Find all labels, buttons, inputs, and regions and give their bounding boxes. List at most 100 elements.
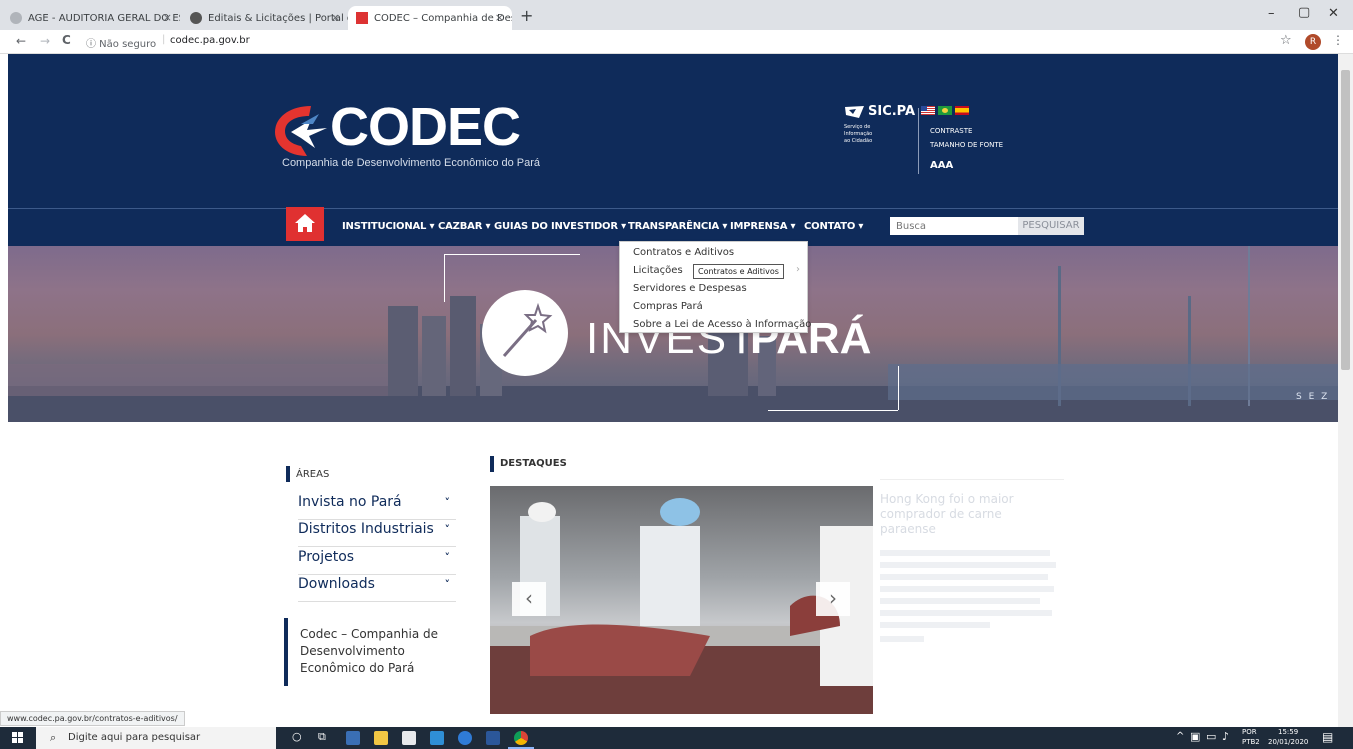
nav-transparencia[interactable]: TRANSPARÊNCIA ▾ — [628, 221, 727, 232]
dropdown-servidores-e-despesas[interactable]: Servidores e Despesas — [633, 283, 747, 294]
logo-wordmark[interactable]: CODEC — [330, 96, 521, 158]
maximize-button[interactable]: ▢ — [1298, 5, 1310, 20]
contrast-link[interactable]: CONTRASTE — [930, 127, 972, 135]
carousel-image: ‹ › — [490, 486, 873, 714]
cortana-icon[interactable]: ○ — [292, 730, 302, 743]
search-input[interactable] — [890, 217, 1018, 235]
tray-volume-icon[interactable]: ♪ — [1222, 730, 1229, 743]
profile-avatar[interactable]: R — [1305, 34, 1321, 50]
minimize-button[interactable]: – — [1268, 6, 1275, 21]
chevron-left-icon: ‹ — [525, 586, 533, 610]
chevron-down-icon: ˅ — [444, 496, 451, 509]
nav-imprensa[interactable]: IMPRENSA ▾ — [730, 221, 796, 232]
tray-network-icon[interactable]: ▣ — [1190, 730, 1200, 743]
chevron-down-icon: ˅ — [444, 523, 451, 536]
tray-chevron-icon[interactable]: ^ — [1176, 731, 1184, 742]
destaques-heading: DESTAQUES — [500, 458, 567, 469]
tab-editais[interactable]: Editais & Licitações | Portal da Tr × — [182, 6, 348, 30]
tab-title: AGE - AUDITORIA GERAL DO EST — [28, 12, 180, 24]
back-button[interactable]: ← — [16, 34, 26, 48]
home-icon — [295, 214, 315, 232]
app-icon-l[interactable] — [430, 731, 444, 745]
page-scrollbar[interactable] — [1338, 54, 1353, 727]
app-icon-1[interactable] — [346, 731, 360, 745]
tray-language-top[interactable]: POR — [1242, 728, 1257, 736]
tab-close-icon[interactable]: × — [163, 11, 172, 24]
reload-button[interactable]: C — [62, 33, 71, 47]
flag-en-icon[interactable] — [921, 106, 935, 115]
font-size-label: TAMANHO DE FONTE — [930, 141, 1004, 149]
store-icon[interactable] — [374, 731, 388, 745]
areas-item-projetos[interactable]: Projetos ˅ — [298, 549, 456, 575]
story-excerpt-line — [880, 610, 1052, 616]
carousel-prev-button[interactable]: ‹ — [512, 582, 546, 616]
codec-logo-icon[interactable] — [271, 102, 335, 160]
taskbar-search-box[interactable]: ⌕ Digite aqui para pesquisar — [36, 727, 276, 749]
tab-favicon — [10, 12, 22, 24]
tray-time[interactable]: 15:59 — [1278, 728, 1298, 736]
scrollbar-thumb[interactable] — [1341, 70, 1350, 370]
edge-icon[interactable] — [458, 731, 472, 745]
font-size-controls[interactable]: AAA — [930, 153, 953, 172]
story-excerpt-line — [880, 562, 1056, 568]
sic-pa-title[interactable]: SIC.PA — [868, 104, 915, 119]
tray-language-bottom[interactable]: PTB2 — [1242, 738, 1260, 746]
areas-item-downloads[interactable]: Downloads ˅ — [298, 576, 456, 602]
tab-codec[interactable]: CODEC – Companhia de Desenv × — [348, 6, 512, 30]
carousel-next-button[interactable]: › — [816, 582, 850, 616]
close-window-button[interactable]: ✕ — [1328, 6, 1339, 21]
search-button[interactable]: PESQUISAR — [1018, 217, 1084, 235]
sic-pa-subtitle-1: Serviço de — [844, 124, 871, 130]
forward-button[interactable]: → — [40, 34, 50, 48]
bookmark-star-icon[interactable]: ☆ — [1280, 33, 1292, 48]
font-size-controls-label[interactable]: AAA — [930, 160, 953, 171]
hover-tooltip: Contratos e Aditivos — [693, 264, 784, 279]
security-indicator[interactable]: ⓘ Não seguro — [86, 35, 156, 50]
new-tab-button[interactable]: + — [520, 6, 533, 25]
areas-heading: ÁREAS — [296, 469, 330, 480]
dropdown-compras-para[interactable]: Compras Pará — [633, 301, 703, 312]
nav-cazbar[interactable]: CAZBAR ▾ — [438, 221, 490, 232]
home-button[interactable] — [286, 207, 324, 241]
tray-date[interactable]: 20/01/2020 — [1268, 738, 1308, 746]
tab-close-icon[interactable]: × — [331, 11, 340, 24]
nav-institucional[interactable]: INSTITUCIONAL ▾ — [342, 221, 435, 232]
flag-br-icon[interactable] — [938, 106, 952, 115]
story-divider — [880, 479, 1064, 480]
areas-item-label: Downloads — [298, 576, 375, 592]
windows-start-icon[interactable] — [12, 732, 24, 744]
licitacoes-submenu-arrow: › — [796, 264, 800, 275]
tab-close-icon[interactable]: × — [495, 11, 504, 24]
task-view-icon[interactable]: ⧉ — [318, 730, 326, 744]
dropdown-licitacoes[interactable]: Licitações — [633, 265, 683, 276]
story-read-more[interactable] — [880, 636, 924, 642]
word-icon[interactable] — [486, 731, 500, 745]
tab-age[interactable]: AGE - AUDITORIA GERAL DO EST × — [2, 6, 180, 30]
browser-menu-icon[interactable]: ⋮ — [1332, 33, 1344, 47]
tray-display-icon[interactable]: ▭ — [1206, 730, 1216, 743]
notification-center-icon[interactable]: ▤ — [1322, 730, 1333, 744]
story-title[interactable]: Hong Kong foi o maior comprador de carne… — [880, 492, 1048, 537]
tab-title: Editais & Licitações | Portal da Tr — [208, 12, 348, 24]
dropdown-lei-de-acesso[interactable]: Sobre a Lei de Acesso à Informação — [633, 319, 811, 330]
taskbar-search-placeholder: Digite aqui para pesquisar — [68, 732, 201, 743]
sic-pa-subtitle-3: ao Cidadão — [844, 138, 873, 144]
story-excerpt-line — [880, 550, 1050, 556]
mail-icon[interactable] — [402, 731, 416, 745]
dropdown-contratos-e-aditivos[interactable]: Contratos e Aditivos — [633, 247, 734, 258]
windows-taskbar: ⌕ Digite aqui para pesquisar ○ ⧉ ^ ▣ ▭ ♪… — [0, 727, 1353, 749]
url-separator: | — [162, 34, 166, 45]
story-excerpt-line — [880, 598, 1040, 604]
logo-subtitle: Companhia de Desenvolvimento Econômico d… — [282, 157, 541, 169]
url-field[interactable]: codec.pa.gov.br — [170, 35, 250, 46]
search-icon: ⌕ — [50, 731, 57, 744]
flag-es-icon[interactable] — [955, 106, 969, 115]
nav-contato[interactable]: CONTATO ▾ — [804, 221, 863, 232]
areas-item-invista-no-para[interactable]: Invista no Pará ˅ — [298, 494, 456, 520]
sic-pa-icon[interactable] — [844, 105, 866, 119]
destaques-heading-bar — [490, 456, 494, 472]
browser-tab-bar: AGE - AUDITORIA GERAL DO EST × Editais &… — [0, 0, 1353, 30]
nav-guias-do-investidor[interactable]: GUIAS DO INVESTIDOR ▾ — [494, 221, 626, 232]
chrome-icon[interactable] — [514, 731, 528, 745]
areas-item-distritos-industriais[interactable]: Distritos Industriais ˅ — [298, 521, 456, 547]
